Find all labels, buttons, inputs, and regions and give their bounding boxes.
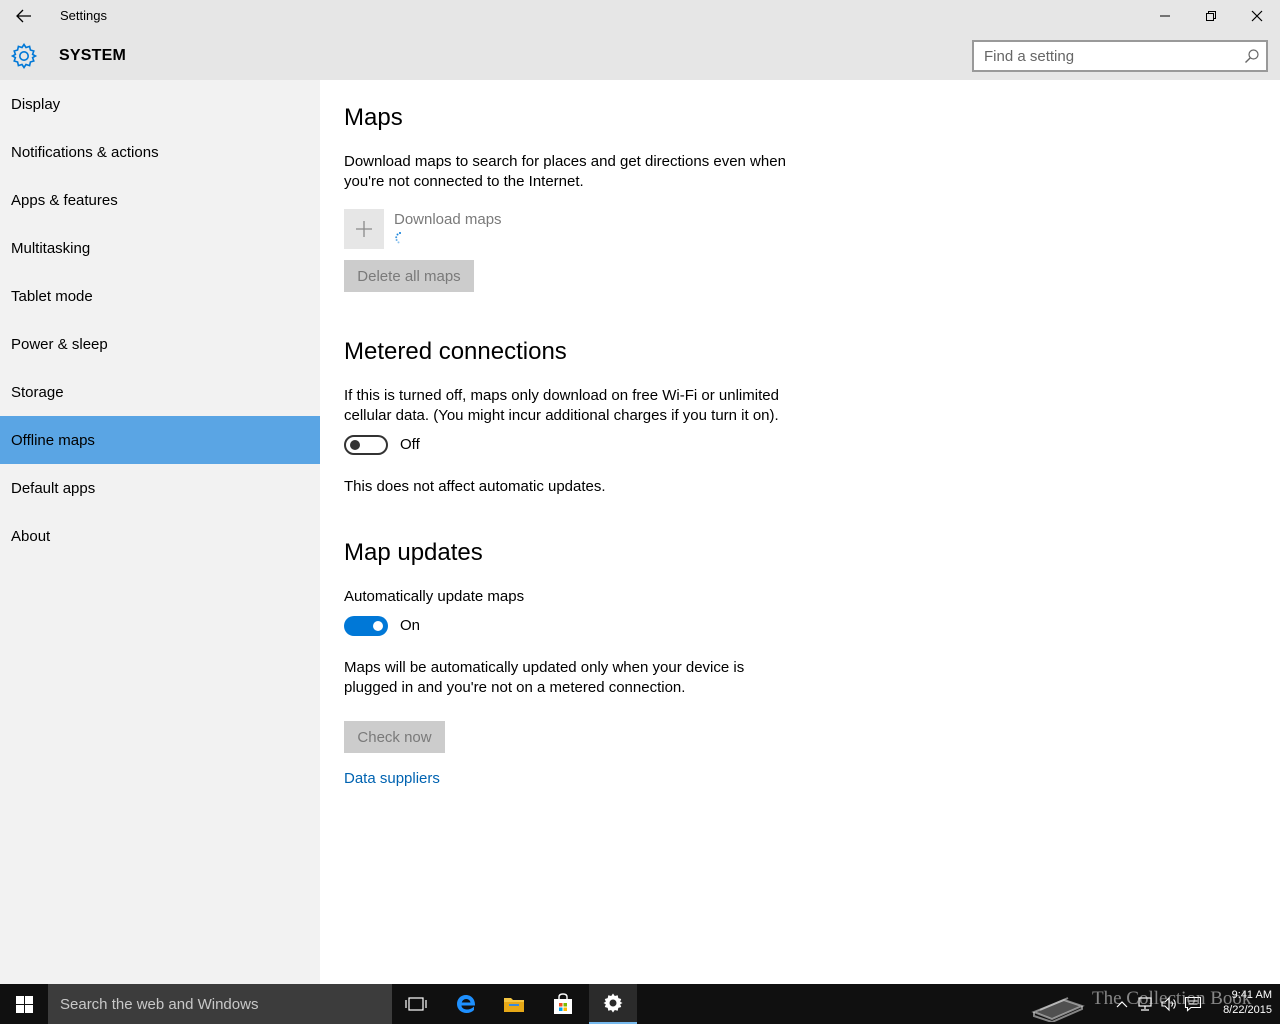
- task-view-icon: [405, 997, 427, 1011]
- network-icon: [1138, 997, 1152, 1011]
- volume-icon: [1161, 996, 1176, 1012]
- search-box[interactable]: [972, 40, 1268, 72]
- back-button[interactable]: [8, 2, 40, 30]
- windows-logo-icon: [15, 995, 33, 1013]
- close-button[interactable]: [1234, 0, 1280, 32]
- maps-heading: Maps: [344, 104, 403, 131]
- sidebar-item-power-sleep[interactable]: Power & sleep: [0, 320, 320, 368]
- toggle-knob: [373, 621, 383, 631]
- minimize-button[interactable]: [1142, 0, 1188, 32]
- network-tray-button[interactable]: [1135, 994, 1155, 1014]
- search-input[interactable]: [984, 47, 1234, 65]
- start-button[interactable]: [0, 984, 48, 1024]
- download-maps-tile[interactable]: [344, 209, 384, 249]
- sidebar-item-default-apps[interactable]: Default apps: [0, 464, 320, 512]
- sidebar-item-label: Storage: [11, 383, 64, 401]
- back-arrow-icon: [16, 9, 31, 23]
- delete-all-maps-button[interactable]: Delete all maps: [344, 260, 474, 292]
- volume-tray-button[interactable]: [1159, 994, 1179, 1014]
- minimize-icon: [1160, 15, 1170, 17]
- auto-update-label: Automatically update maps: [344, 588, 525, 605]
- section-title: SYSTEM: [59, 47, 126, 64]
- sidebar-item-label: Notifications & actions: [11, 143, 159, 161]
- map-updates-heading: Map updates: [344, 539, 483, 566]
- action-center-button[interactable]: [1183, 994, 1203, 1014]
- edge-browser-icon: [457, 995, 476, 1013]
- show-hidden-icons-button[interactable]: [1112, 994, 1132, 1014]
- sidebar-item-display[interactable]: Display: [0, 80, 320, 128]
- metered-description: If this is turned off, maps only downloa…: [344, 387, 779, 424]
- auto-update-toggle-state: On: [400, 617, 421, 634]
- sidebar-item-about[interactable]: About: [0, 512, 320, 560]
- sidebar-item-label: Tablet mode: [11, 287, 93, 305]
- store-button[interactable]: [539, 984, 587, 1024]
- search-icon[interactable]: [1244, 48, 1260, 64]
- sidebar-item-label: Default apps: [11, 479, 96, 497]
- sidebar-item-apps-features[interactable]: Apps & features: [0, 176, 320, 224]
- sidebar-item-label: Multitasking: [11, 239, 91, 257]
- task-view-button[interactable]: [392, 984, 440, 1024]
- toggle-knob: [350, 440, 360, 450]
- sidebar-item-label: Display: [11, 95, 61, 113]
- sidebar-item-notifications[interactable]: Notifications & actions: [0, 128, 320, 176]
- clock-date: 8/22/2015: [1223, 1004, 1272, 1016]
- metered-toggle[interactable]: [344, 435, 388, 455]
- action-center-icon: [1184, 996, 1202, 1012]
- folder-icon: [504, 998, 524, 1012]
- title-bar: Settings SYSTEM: [0, 0, 1280, 80]
- main-content: Maps Download maps to search for places …: [320, 80, 1280, 984]
- sidebar-item-label: Power & sleep: [11, 335, 108, 353]
- data-suppliers-link[interactable]: Data suppliers: [344, 770, 440, 787]
- sidebar-item-label: About: [11, 527, 51, 545]
- taskbar-clock[interactable]: 9:41 AM 8/22/2015: [1206, 988, 1272, 1018]
- sidebar-item-label: Offline maps: [11, 431, 95, 449]
- metered-toggle-state: Off: [400, 436, 420, 453]
- clock-time: 9:41 AM: [1231, 989, 1272, 1001]
- close-icon: [1251, 10, 1263, 22]
- window-title: Settings: [60, 8, 107, 23]
- sidebar: Display Notifications & actions Apps & f…: [0, 80, 320, 984]
- restore-button[interactable]: [1188, 0, 1234, 32]
- sidebar-item-tablet-mode[interactable]: Tablet mode: [0, 272, 320, 320]
- taskbar: Search the web and Windows 9:41 AM 8/22/…: [0, 984, 1280, 1024]
- maps-description: Download maps to search for places and g…: [344, 153, 786, 190]
- sidebar-item-offline-maps[interactable]: Offline maps: [0, 416, 320, 464]
- settings-taskbar-button[interactable]: [589, 984, 637, 1024]
- settings-gear-icon: [603, 993, 623, 1013]
- auto-update-description: Maps will be automatically updated only …: [344, 659, 745, 696]
- restore-icon: [1206, 11, 1216, 21]
- sidebar-item-storage[interactable]: Storage: [0, 368, 320, 416]
- metered-note: This does not affect automatic updates.: [344, 478, 606, 495]
- edge-button[interactable]: [442, 984, 490, 1024]
- check-now-button[interactable]: Check now: [344, 721, 445, 753]
- taskbar-search-box[interactable]: Search the web and Windows: [48, 984, 392, 1024]
- file-explorer-button[interactable]: [490, 984, 538, 1024]
- chevron-up-icon: [1116, 1001, 1128, 1008]
- sidebar-item-multitasking[interactable]: Multitasking: [0, 224, 320, 272]
- download-maps-label[interactable]: Download maps: [394, 211, 502, 228]
- taskbar-search-placeholder: Search the web and Windows: [60, 995, 259, 1013]
- plus-icon: [356, 221, 372, 237]
- loading-spinner-icon: [395, 232, 401, 244]
- store-bag-icon: [554, 993, 572, 1014]
- auto-update-toggle[interactable]: [344, 616, 388, 636]
- sidebar-item-label: Apps & features: [11, 191, 118, 209]
- metered-heading: Metered connections: [344, 338, 567, 365]
- gear-icon: [10, 43, 38, 69]
